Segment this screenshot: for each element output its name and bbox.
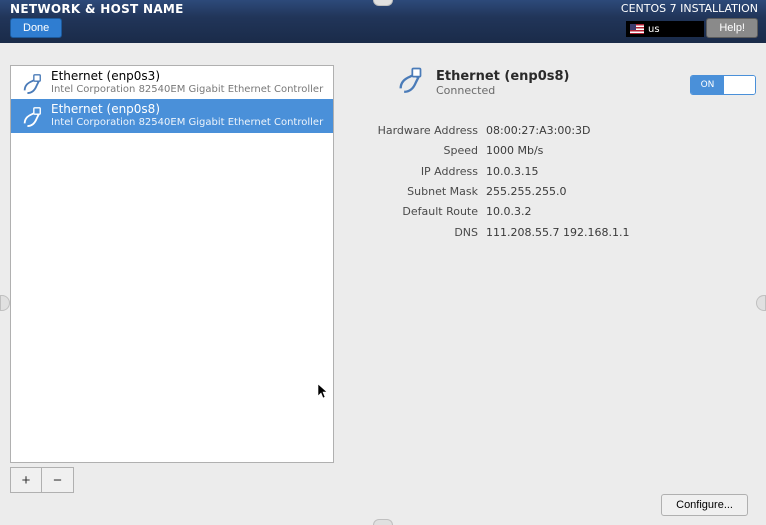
done-button[interactable]: Done [10,18,62,38]
detail-row: Hardware Address08:00:27:A3:00:3D [340,121,748,141]
interface-list-pane: Ethernet (enp0s3) Intel Corporation 8254… [10,65,334,520]
detail-value: 1000 Mb/s [486,141,748,161]
detail-row: IP Address10.0.3.15 [340,162,748,182]
installer-title: CENTOS 7 INSTALLATION [621,2,758,15]
drag-handle-bottom [373,519,393,525]
detail-value: 111.208.55.7 192.168.1.1 [486,223,748,243]
configure-button[interactable]: Configure... [661,494,748,516]
drag-handle-left [0,295,10,311]
interface-name: Ethernet (enp0s8) [51,103,327,117]
add-interface-button[interactable]: + [10,467,42,493]
interface-name: Ethernet (enp0s3) [51,70,327,84]
detail-label: DNS [340,223,486,243]
ethernet-icon [21,72,43,94]
detail-value: 08:00:27:A3:00:3D [486,121,748,141]
header-bar: NETWORK & HOST NAME CENTOS 7 INSTALLATIO… [0,0,766,43]
interface-list: Ethernet (enp0s3) Intel Corporation 8254… [10,65,334,463]
detail-row: Default Route10.0.3.2 [340,202,748,222]
selected-interface-title: Ethernet (enp0s8) [436,69,569,84]
interface-details-pane: Ethernet (enp0s8) Connected Hardware Add… [340,65,758,520]
detail-value: 255.255.255.0 [486,182,748,202]
flag-icon [630,24,644,34]
ethernet-icon [396,65,424,93]
interface-device: Intel Corporation 82540EM Gigabit Ethern… [51,117,327,129]
keyboard-layout-indicator[interactable]: us [626,21,704,37]
interface-toggle[interactable]: ON [690,75,756,95]
help-button[interactable]: Help! [706,18,758,38]
detail-label: Subnet Mask [340,182,486,202]
interface-details: Hardware Address08:00:27:A3:00:3D Speed1… [340,121,758,243]
detail-label: Speed [340,141,486,161]
remove-interface-button[interactable]: − [42,467,74,493]
selected-interface-status: Connected [436,84,569,97]
interface-text: Ethernet (enp0s3) Intel Corporation 8254… [51,70,327,95]
interface-item-enp0s8[interactable]: Ethernet (enp0s8) Intel Corporation 8254… [11,99,333,132]
toggle-on-label: ON [691,76,724,94]
add-remove-bar: + − [10,467,334,493]
detail-label: Hardware Address [340,121,486,141]
interface-item-enp0s3[interactable]: Ethernet (enp0s3) Intel Corporation 8254… [11,66,333,99]
detail-value: 10.0.3.2 [486,202,748,222]
detail-label: IP Address [340,162,486,182]
interface-device: Intel Corporation 82540EM Gigabit Ethern… [51,84,327,96]
detail-row: Subnet Mask255.255.255.0 [340,182,748,202]
detail-value: 10.0.3.15 [486,162,748,182]
page-title: NETWORK & HOST NAME [10,2,184,16]
toggle-off-side [724,76,755,94]
body: Ethernet (enp0s3) Intel Corporation 8254… [0,43,766,525]
detail-label: Default Route [340,202,486,222]
keyboard-layout-label: us [648,24,660,35]
interface-text: Ethernet (enp0s8) Intel Corporation 8254… [51,103,327,128]
detail-row: Speed1000 Mb/s [340,141,748,161]
detail-row: DNS111.208.55.7 192.168.1.1 [340,223,748,243]
drag-handle-top [373,0,393,6]
ethernet-icon [21,105,43,127]
